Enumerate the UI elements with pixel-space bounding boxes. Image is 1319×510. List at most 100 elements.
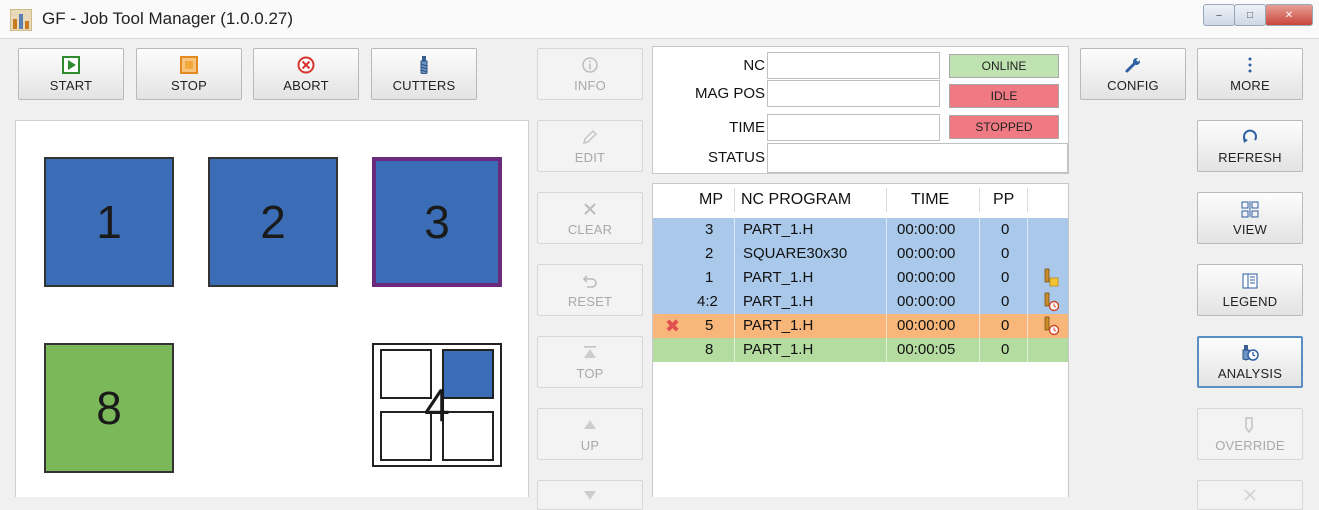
app-logo-icon — [10, 9, 32, 31]
cell-time: 00:00:05 — [897, 341, 956, 358]
cutters-button[interactable]: CUTTERS — [371, 48, 477, 100]
cell-pp: 0 — [1001, 269, 1010, 286]
config-label: CONFIG — [1107, 77, 1159, 93]
maximize-icon: □ — [1246, 9, 1254, 21]
table-row[interactable]: 2 SQUARE30x30 00:00:00 0 — [653, 242, 1068, 266]
analysis-button[interactable]: ANALYSIS — [1197, 336, 1303, 388]
config-button[interactable]: CONFIG — [1080, 48, 1186, 100]
tool-clock-icon — [1044, 316, 1059, 336]
cell-time: 00:00:00 — [897, 245, 956, 262]
reset-label: RESET — [567, 293, 613, 309]
edit-label: EDIT — [574, 149, 606, 165]
pallet-slot[interactable]: 2 — [208, 157, 338, 287]
table-row[interactable]: 4:2 PART_1.H 00:00:00 0 — [653, 290, 1068, 314]
move-up-icon — [584, 419, 596, 429]
pallet-slot[interactable]: 8 — [44, 343, 174, 473]
legend-button[interactable]: LEGEND — [1197, 264, 1303, 316]
abort-icon — [297, 56, 315, 73]
stop-label: STOP — [171, 77, 207, 93]
start-label: START — [49, 77, 93, 93]
table-row[interactable]: 8 PART_1.H 00:00:05 0 — [653, 338, 1068, 362]
clear-icon — [584, 202, 596, 215]
window-title: GF - Job Tool Manager (1.0.0.27) — [42, 9, 294, 28]
status-field — [767, 143, 1068, 173]
cell-mp: 2 — [705, 245, 714, 262]
down-button[interactable] — [537, 480, 643, 510]
info-button[interactable]: INFO — [537, 48, 643, 100]
override-icon — [1245, 416, 1253, 433]
reset-icon — [582, 274, 597, 288]
edit-button[interactable]: EDIT — [537, 120, 643, 172]
cell-pp: 0 — [1001, 245, 1010, 262]
info-label: INFO — [574, 77, 606, 93]
time-field — [767, 114, 940, 141]
top-label: TOP — [576, 365, 604, 381]
up-label: UP — [580, 437, 600, 453]
more-button[interactable]: MORE — [1197, 48, 1303, 100]
cell-nc-program: PART_1.H — [743, 317, 814, 334]
more-vertical-icon — [1248, 57, 1252, 72]
more-label: MORE — [1230, 77, 1270, 93]
tool-yellow-icon — [1044, 268, 1059, 287]
cell-mp: 4:2 — [697, 293, 718, 310]
magazine-view: 1 2 3 8 4 — [15, 120, 529, 497]
stopped-badge: STOPPED — [949, 115, 1059, 139]
cell-mp: 8 — [705, 341, 714, 358]
abort-label: ABORT — [283, 77, 329, 93]
play-icon — [62, 55, 80, 74]
override-button[interactable]: OVERRIDE — [1197, 408, 1303, 460]
cell-time: 00:00:00 — [897, 221, 956, 238]
cell-mp: 5 — [705, 317, 714, 334]
title-bar: GF - Job Tool Manager (1.0.0.27) – □ ✕ — [0, 0, 1319, 39]
wrench-icon — [1125, 57, 1140, 72]
extra-button[interactable] — [1197, 480, 1303, 510]
clear-button[interactable]: CLEAR — [537, 192, 643, 244]
pallet-slot-selected[interactable]: 3 — [372, 157, 502, 287]
minimize-button[interactable]: – — [1203, 4, 1235, 26]
idle-badge: IDLE — [949, 84, 1059, 108]
stop-button[interactable]: STOP — [136, 48, 242, 100]
close-window-button[interactable]: ✕ — [1265, 4, 1313, 26]
pallet-number: 2 — [260, 196, 286, 248]
start-button[interactable]: START — [18, 48, 124, 100]
tool-clock-icon — [1044, 292, 1059, 312]
move-down-icon — [584, 491, 596, 500]
cell-pp: 0 — [1001, 341, 1010, 358]
time-label: TIME — [729, 119, 765, 136]
status-label: STATUS — [708, 149, 765, 166]
refresh-button[interactable]: REFRESH — [1197, 120, 1303, 172]
pencil-icon — [582, 129, 598, 144]
legend-label: LEGEND — [1222, 293, 1278, 309]
abort-button[interactable]: ABORT — [253, 48, 359, 100]
reset-button[interactable]: RESET — [537, 264, 643, 316]
clear-label: CLEAR — [567, 221, 613, 237]
pallet-slot[interactable]: 1 — [44, 157, 174, 287]
cell-nc-program: PART_1.H — [743, 293, 814, 310]
cell-pp: 0 — [1001, 293, 1010, 310]
view-button[interactable]: VIEW — [1197, 192, 1303, 244]
table-row[interactable]: 3 PART_1.H 00:00:00 0 — [653, 218, 1068, 242]
pallet-slot-multi[interactable]: 4 — [372, 343, 502, 467]
table-row[interactable]: ✖ 5 PART_1.H 00:00:00 0 — [653, 314, 1068, 338]
top-button[interactable]: TOP — [537, 336, 643, 388]
info-icon — [582, 56, 598, 73]
up-button[interactable]: UP — [537, 408, 643, 460]
refresh-label: REFRESH — [1218, 149, 1282, 165]
cell-time: 00:00:00 — [897, 293, 956, 310]
maximize-button[interactable]: □ — [1234, 4, 1266, 26]
header-time: TIME — [911, 191, 950, 208]
cell-nc-program: SQUARE30x30 — [743, 245, 848, 262]
pallet-number: 3 — [424, 196, 450, 248]
table-row[interactable]: 1 PART_1.H 00:00:00 0 — [653, 266, 1068, 290]
cell-nc-program: PART_1.H — [743, 221, 814, 238]
override-label: OVERRIDE — [1215, 437, 1285, 453]
close-icon: ✕ — [1284, 9, 1294, 21]
pallet-number: 8 — [96, 382, 122, 434]
move-top-icon — [584, 345, 596, 358]
cell-pp: 0 — [1001, 221, 1010, 238]
nc-field — [767, 52, 940, 79]
pallet-number: 4 — [424, 379, 450, 431]
cell-mp: 1 — [705, 269, 714, 286]
view-tree-icon — [1241, 200, 1259, 217]
pallet-number: 1 — [96, 196, 122, 248]
